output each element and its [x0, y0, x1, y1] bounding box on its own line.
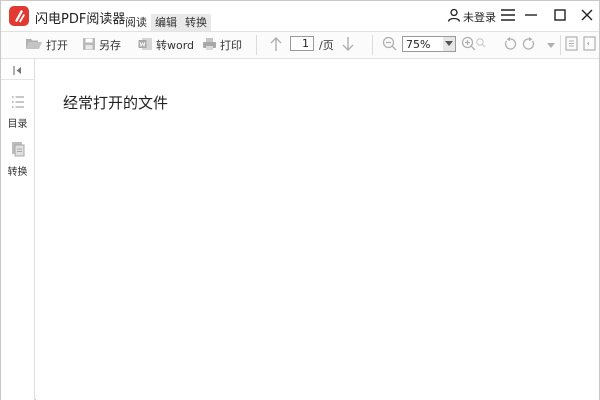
folder-icon	[25, 37, 43, 54]
printer-icon	[202, 37, 217, 54]
recent-files-title: 经常打开的文件	[63, 94, 169, 112]
search-icon	[475, 38, 487, 53]
document-area: 经常打开的文件	[36, 60, 599, 400]
zoom-out-icon	[382, 36, 397, 54]
login-label: 未登录	[463, 10, 496, 24]
menu-icon	[501, 8, 515, 24]
minimize-button[interactable]	[521, 6, 541, 26]
more-options-button[interactable]	[547, 36, 555, 54]
outline-list-icon	[11, 95, 25, 112]
open-label: 打开	[46, 39, 68, 52]
sidebar-item-convert[interactable]: 转换	[1, 141, 34, 178]
save-as-button[interactable]: 另存	[82, 36, 121, 54]
side-panel: 目录 转换	[1, 59, 35, 400]
save-as-label: 另存	[99, 39, 121, 52]
close-icon	[581, 9, 593, 24]
sidebar-item-outline[interactable]: 目录	[1, 95, 34, 130]
zoom-out-button[interactable]	[382, 36, 397, 54]
app-logo-icon	[9, 6, 29, 26]
rotate-left-icon	[503, 36, 517, 54]
arrow-up-icon	[269, 36, 283, 55]
minimize-icon	[524, 9, 538, 24]
maximize-button[interactable]	[550, 6, 570, 26]
rotate-left-button[interactable]	[503, 36, 517, 54]
convert-doc-icon	[11, 141, 25, 160]
close-button[interactable]	[577, 6, 597, 26]
user-icon	[447, 8, 461, 25]
to-word-button[interactable]: 转word	[138, 36, 194, 54]
app-title: 闪电PDF阅读器	[35, 12, 126, 27]
search-button[interactable]	[475, 36, 489, 52]
tab-convert[interactable]: 转换	[181, 14, 211, 31]
tab-read[interactable]: 阅读	[121, 14, 151, 31]
tab-edit[interactable]: 编辑	[151, 14, 181, 31]
menu-button[interactable]	[498, 6, 518, 26]
sidebar-item-label: 目录	[7, 119, 28, 130]
single-page-button[interactable]	[583, 36, 596, 54]
zoom-in-icon	[461, 36, 476, 54]
print-button[interactable]: 打印	[202, 36, 242, 54]
login-button[interactable]: 未登录	[447, 8, 496, 25]
fit-page-button[interactable]	[565, 36, 578, 54]
word-icon	[138, 37, 153, 54]
fit-page-icon	[565, 36, 578, 54]
side-divider	[1, 79, 34, 80]
toolbar-divider	[256, 35, 257, 55]
page-number-input[interactable]: 1	[290, 36, 314, 51]
rotate-right-icon	[522, 36, 536, 54]
collapse-left-icon	[13, 64, 22, 78]
next-page-button[interactable]	[341, 36, 355, 54]
menu-tabs: 阅读 编辑 转换	[121, 14, 211, 31]
to-word-label: 转word	[156, 39, 195, 52]
previous-page-button[interactable]	[269, 36, 283, 54]
maximize-icon	[554, 8, 566, 24]
zoom-in-button[interactable]	[461, 36, 476, 54]
caret-down-icon	[547, 38, 555, 52]
chevron-down-icon	[443, 37, 455, 51]
rotate-right-button[interactable]	[522, 36, 536, 54]
page-suffix: /页	[319, 39, 334, 52]
page-view-icon	[583, 36, 596, 54]
open-button[interactable]: 打开	[25, 36, 68, 54]
arrow-down-icon	[341, 36, 355, 55]
app-window: 闪电PDF阅读器 阅读 编辑 转换 未登录 打开 另存 转word 打印 1 /…	[0, 0, 600, 400]
sidebar-item-label: 转换	[7, 167, 28, 178]
toolbar-divider	[372, 35, 373, 55]
save-icon	[82, 37, 96, 54]
zoom-select[interactable]: 75%	[402, 36, 456, 52]
toolbar-divider	[560, 35, 561, 55]
collapse-panel-button[interactable]	[13, 64, 22, 78]
zoom-value: 75%	[406, 37, 431, 51]
print-label: 打印	[220, 39, 242, 52]
title-bar: 闪电PDF阅读器 阅读 编辑 转换 未登录	[1, 1, 599, 31]
